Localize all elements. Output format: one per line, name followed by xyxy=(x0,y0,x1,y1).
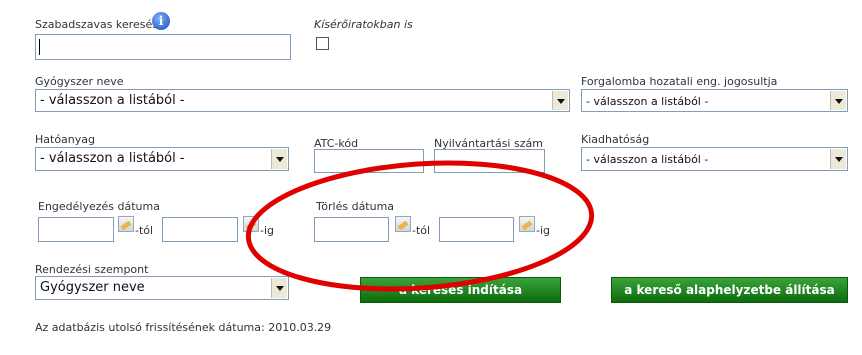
dispensing-select[interactable]: - válasszon a listából - xyxy=(581,147,848,171)
approval-from-suffix: -tól xyxy=(135,224,154,237)
approval-to-input[interactable] xyxy=(162,217,238,242)
calendar-icon[interactable] xyxy=(519,216,535,232)
info-icon[interactable]: i xyxy=(152,12,170,30)
chevron-down-icon xyxy=(830,91,846,110)
chevron-down-icon xyxy=(271,149,287,169)
search-button[interactable]: a keresés indítása xyxy=(360,277,561,303)
free-search-label: Szabadszavas keresés xyxy=(35,18,158,31)
approval-date-label: Engedélyezés dátuma xyxy=(38,200,160,213)
calendar-icon[interactable] xyxy=(395,216,411,232)
reset-button[interactable]: a kereső alaphelyzetbe állítása xyxy=(611,277,848,303)
holder-select[interactable]: - válasszon a listából - xyxy=(581,89,848,112)
active-select[interactable]: - válasszon a listából - xyxy=(35,147,289,171)
dispensing-label: Kiadhatóság xyxy=(581,133,650,146)
chevron-down-icon xyxy=(552,91,568,110)
last-update-text: Az adatbázis utolsó frissítésének dátuma… xyxy=(35,321,332,334)
attachments-checkbox[interactable] xyxy=(316,37,329,50)
deletion-to-input[interactable] xyxy=(439,217,514,242)
holder-label: Forgalomba hozatali eng. jogosultja xyxy=(581,75,778,88)
deletion-to-suffix: -ig xyxy=(536,224,551,237)
drug-name-value: - válasszon a listából - xyxy=(40,93,185,108)
calendar-icon[interactable] xyxy=(243,216,259,232)
drug-name-label: Gyógyszer neve xyxy=(35,75,124,88)
active-value: - válasszon a listából - xyxy=(40,151,185,166)
chevron-down-icon xyxy=(271,278,287,298)
free-search-input[interactable] xyxy=(35,34,291,60)
sort-select[interactable]: Gyógyszer neve xyxy=(35,276,289,300)
deletion-from-suffix: -tól xyxy=(412,224,431,237)
drug-name-select[interactable]: - válasszon a listából - xyxy=(35,89,570,112)
deletion-date-label: Törlés dátuma xyxy=(316,200,395,213)
deletion-from-input[interactable] xyxy=(314,217,389,242)
sort-value: Gyógyszer neve xyxy=(40,280,145,295)
atc-input[interactable] xyxy=(314,149,424,173)
calendar-icon[interactable] xyxy=(118,216,134,232)
active-label: Hatóanyag xyxy=(35,133,96,146)
approval-to-suffix: -ig xyxy=(260,224,275,237)
chevron-down-icon xyxy=(830,149,846,169)
dispensing-value: - válasszon a listából - xyxy=(586,153,709,166)
reg-no-input[interactable] xyxy=(434,149,545,173)
holder-value: - válasszon a listából - xyxy=(586,95,709,108)
sort-label: Rendezési szempont xyxy=(35,263,149,276)
approval-from-input[interactable] xyxy=(38,217,114,242)
attachments-label: Kísérőiratokban is xyxy=(314,18,413,31)
text-cursor xyxy=(39,39,40,55)
